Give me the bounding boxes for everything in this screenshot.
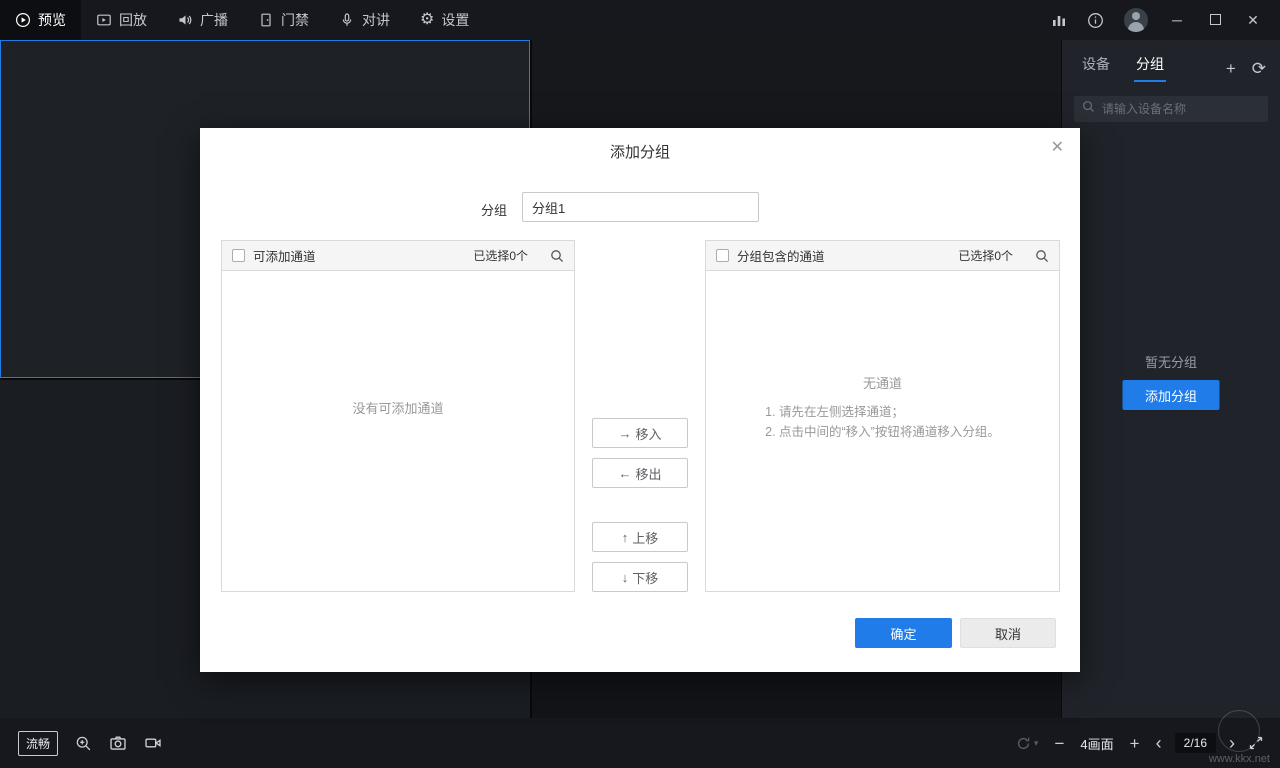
move-up-label: 上移 [632,528,658,547]
group-channels-body: 无通道 1. 请先在左侧选择通道； 2. 点击中间的“移入”按钮将通道移入分组。 [706,271,1059,591]
sidebar-tab-device[interactable]: 设备 [1082,54,1110,82]
info-icon[interactable] [1087,12,1104,29]
tab-preview[interactable]: 预览 [0,0,81,40]
move-down-label: 下移 [632,568,658,587]
mic-icon [339,12,355,28]
available-channels-body: 没有可添加通道 [222,271,574,591]
preview-icon [15,12,31,28]
snapshot-camera-icon[interactable] [109,734,127,752]
available-selected-count: 已选择0个 [473,247,528,264]
tab-intercom[interactable]: 对讲 [324,0,405,40]
group-name-input[interactable] [522,192,759,222]
close-window-button[interactable]: ✕ [1244,12,1262,29]
tab-settings[interactable]: ⚙ 设置 [405,0,484,40]
ok-button[interactable]: 确定 [855,618,952,648]
select-all-group-checkbox[interactable] [716,249,729,262]
sidebar-empty-text: 暂无分组 [1062,352,1280,371]
rotate-disabled-icon[interactable]: ▾ [1015,735,1039,752]
next-page-button[interactable]: › [1229,734,1235,752]
group-empty-title: 无通道 [765,373,1000,392]
sidebar-actions: + ⟳ [1226,60,1266,77]
group-search-icon[interactable] [1035,249,1049,263]
sidebar-tabs: 设备 分组 + ⟳ [1062,40,1280,90]
group-empty-hints: 1. 请先在左侧选择通道； 2. 点击中间的“移入”按钮将通道移入分组。 [765,402,1000,442]
search-icon [1082,100,1095,118]
tab-broadcast[interactable]: 广播 [162,0,243,40]
bottom-toolbar: 流畅 ▾ − 4画面 + ‹ 2/16 › [0,718,1280,768]
dialog-close-icon[interactable]: ✕ [1051,137,1064,157]
door-icon [258,12,274,28]
available-channels-panel: 可添加通道 已选择0个 没有可添加通道 [221,240,575,592]
record-video-icon[interactable] [144,734,162,752]
bottombar-right-group: ▾ − 4画面 + ‹ 2/16 › [1015,733,1280,753]
available-search-icon[interactable] [550,249,564,263]
move-in-button[interactable]: → 移入 [592,418,688,448]
playback-icon [96,12,112,28]
cancel-button[interactable]: 取消 [960,618,1056,648]
screen-mode-label[interactable]: 4画面 [1080,734,1113,753]
device-search-box[interactable] [1074,96,1268,122]
dialog-title: 添加分组 [200,141,1080,162]
hint-line-1: 1. 请先在左侧选择通道； [765,402,1000,422]
group-channels-title: 分组包含的通道 [737,246,825,265]
group-name-label: 分组 [481,200,507,219]
arrow-down-icon: ↓ [622,570,629,585]
add-group-button[interactable]: 添加分组 [1123,380,1220,410]
device-group-sidebar: 设备 分组 + ⟳ 暂无分组 添加分组 [1061,40,1280,718]
device-search-input[interactable] [1102,102,1260,116]
group-channels-header: 分组包含的通道 已选择0个 [706,241,1059,271]
tab-access-control[interactable]: 门禁 [243,0,324,40]
bandwidth-chart-icon[interactable] [1051,12,1067,28]
move-out-button[interactable]: ← 移出 [592,458,688,488]
group-selected-count: 已选择0个 [958,247,1013,264]
hint-line-2: 2. 点击中间的“移入”按钮将通道移入分组。 [765,422,1000,442]
available-channels-title: 可添加通道 [253,246,316,265]
prev-page-button[interactable]: ‹ [1156,734,1162,752]
arrow-up-icon: ↑ [622,530,629,545]
add-group-dialog: 添加分组 ✕ 分组 可添加通道 已选择0个 没有可添加通道 → 移入 ← 移出 … [200,128,1080,672]
available-channels-header: 可添加通道 已选择0个 [222,241,574,271]
move-up-button[interactable]: ↑ 上移 [592,522,688,552]
topbar-right-group: ─ ✕ [1051,8,1280,32]
increase-screens-button[interactable]: + [1127,735,1143,752]
refresh-icon[interactable]: ⟳ [1252,60,1266,77]
group-channels-panel: 分组包含的通道 已选择0个 无通道 1. 请先在左侧选择通道； 2. 点击中间的… [705,240,1060,592]
tab-playback[interactable]: 回放 [81,0,162,40]
move-out-label: 移出 [635,464,661,483]
gear-icon: ⚙ [420,12,434,28]
available-empty-text: 没有可添加通道 [352,398,443,417]
add-icon[interactable]: + [1226,60,1236,77]
page-indicator: 2/16 [1175,733,1216,753]
tab-access-control-label: 门禁 [281,10,309,30]
tab-intercom-label: 对讲 [362,10,390,30]
arrow-right-icon: → [618,426,631,441]
broadcast-icon [177,12,193,28]
maximize-button[interactable] [1206,12,1224,28]
top-toolbar: 预览 回放 广播 门禁 对讲 ⚙ 设置 ─ ✕ [0,0,1280,40]
move-down-button[interactable]: ↓ 下移 [592,562,688,592]
fullscreen-icon[interactable] [1248,735,1264,751]
sidebar-tab-group[interactable]: 分组 [1136,54,1164,82]
tab-settings-label: 设置 [441,10,469,30]
bottombar-left-group: 流畅 [0,731,162,756]
move-in-label: 移入 [635,424,661,443]
decrease-screens-button[interactable]: − [1051,735,1067,752]
stream-quality-button[interactable]: 流畅 [18,731,58,756]
tab-broadcast-label: 广播 [200,10,228,30]
arrow-left-icon: ← [618,466,631,481]
select-all-available-checkbox[interactable] [232,249,245,262]
rotate-caret-icon: ▾ [1034,738,1039,749]
tab-preview-label: 预览 [38,10,66,30]
minimize-button[interactable]: ─ [1168,12,1186,28]
user-avatar[interactable] [1124,8,1148,32]
tab-playback-label: 回放 [119,10,147,30]
digital-zoom-icon[interactable] [75,735,92,752]
